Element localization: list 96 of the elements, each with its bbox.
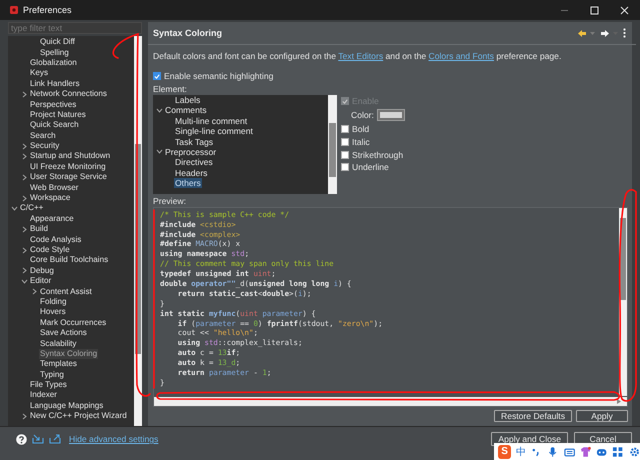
- tree-item[interactable]: New C/C++ Project Wizard: [29, 411, 128, 422]
- settings-icon[interactable]: [628, 446, 640, 458]
- checkbox-label: Italic: [352, 136, 370, 147]
- tree-item[interactable]: Hovers: [39, 307, 67, 318]
- tree-item[interactable]: Quick Diff: [39, 37, 76, 48]
- tree-item[interactable]: Directives: [174, 157, 214, 168]
- tree-item[interactable]: Mark Occurrences: [39, 318, 108, 328]
- expand-chevron-icon[interactable]: [21, 152, 28, 160]
- tree-item[interactable]: Workspace: [29, 193, 72, 204]
- tree-item[interactable]: Language Mappings: [29, 400, 104, 411]
- menu-button[interactable]: [621, 27, 628, 39]
- collapse-chevron-icon[interactable]: [156, 106, 163, 114]
- tree-item[interactable]: Typing: [39, 370, 65, 380]
- checkbox[interactable]: [341, 150, 349, 159]
- tree-item[interactable]: Indexer: [29, 390, 58, 400]
- tree-item[interactable]: Content Assist: [39, 286, 93, 297]
- tree-item[interactable]: Editor: [29, 276, 52, 286]
- page-title: Syntax Coloring: [153, 28, 222, 38]
- window-title: Preferences: [23, 5, 72, 15]
- tree-item[interactable]: Others: [174, 178, 202, 188]
- tree-item[interactable]: Comments: [164, 105, 208, 116]
- color-label: Color:: [351, 110, 374, 120]
- checkbox[interactable]: [341, 138, 349, 146]
- tree-item[interactable]: Build: [29, 224, 49, 234]
- collapse-chevron-icon[interactable]: [11, 204, 18, 212]
- tree-item[interactable]: Debug: [29, 266, 55, 276]
- export-icon[interactable]: [49, 434, 61, 444]
- tree-item[interactable]: Spelling: [39, 48, 70, 58]
- color-button[interactable]: [376, 109, 405, 122]
- tree-item[interactable]: Labels: [174, 94, 202, 105]
- tree-item[interactable]: Web Browser: [29, 182, 80, 193]
- description-text: Default colors and font can be configured on the: [153, 51, 337, 61]
- tree-item[interactable]: Code Analysis: [29, 234, 82, 245]
- hide-advanced-settings-link[interactable]: Hide advanced settings: [69, 434, 158, 444]
- expand-chevron-icon[interactable]: [21, 142, 28, 150]
- tree-item[interactable]: Multi-line comment: [174, 116, 248, 126]
- shirt-icon[interactable]: [580, 446, 592, 458]
- expand-chevron-icon[interactable]: [21, 90, 28, 98]
- expand-chevron-icon[interactable]: [21, 246, 28, 254]
- tree-item[interactable]: Project Natures: [29, 110, 87, 120]
- tree-item[interactable]: Code Style: [29, 245, 71, 255]
- tree-item[interactable]: Folding: [39, 296, 68, 307]
- tree-item[interactable]: User Storage Service: [29, 172, 108, 182]
- collapse-chevron-icon[interactable]: [156, 148, 163, 156]
- scroll-arrow-icon[interactable]: [617, 399, 621, 404]
- checkbox[interactable]: [341, 163, 349, 172]
- checkbox-label: Bold: [352, 124, 370, 134]
- tree-item[interactable]: Perspectives: [29, 100, 78, 110]
- checkbox-label: Enable semantic highlighting: [164, 71, 274, 82]
- microphone-icon[interactable]: [547, 446, 559, 458]
- tree-item[interactable]: Keys: [29, 68, 49, 78]
- tree-item[interactable]: Save Actions: [39, 328, 88, 338]
- expand-chevron-icon[interactable]: [21, 267, 28, 274]
- preview-label: Preview:: [153, 196, 187, 206]
- tree-item[interactable]: Single-line comment: [174, 126, 254, 136]
- tree-item[interactable]: Search: [29, 130, 57, 141]
- tree-item[interactable]: Syntax Coloring: [39, 348, 98, 359]
- checkbox-label: Strikethrough: [352, 150, 404, 160]
- tree-item[interactable]: Task Tags: [174, 136, 214, 147]
- tree-item[interactable]: Appearance: [29, 214, 75, 224]
- checkbox-label: Underline: [352, 162, 389, 172]
- tree-item[interactable]: Network Connections: [29, 89, 108, 100]
- expand-chevron-icon[interactable]: [21, 412, 28, 420]
- expand-chevron-icon[interactable]: [21, 174, 28, 181]
- description-text: preference page.: [495, 51, 562, 61]
- input-mode-toggle[interactable]: 中: [516, 444, 526, 458]
- expand-chevron-icon[interactable]: [21, 194, 28, 202]
- apply-button[interactable]: Apply: [576, 410, 628, 422]
- tree-item[interactable]: Scalability: [39, 338, 78, 349]
- checkbox[interactable]: [341, 124, 349, 133]
- tree-item[interactable]: Templates: [39, 359, 78, 370]
- expand-chevron-icon[interactable]: [21, 226, 28, 233]
- checkbox[interactable]: [153, 72, 161, 80]
- tree-item[interactable]: Headers: [174, 168, 208, 178]
- tree-item[interactable]: Quick Search: [29, 120, 80, 130]
- scrollbar[interactable]: [328, 94, 337, 194]
- tree-item[interactable]: Globalization: [29, 58, 78, 68]
- collapse-chevron-icon[interactable]: [21, 278, 28, 285]
- restore-defaults-button[interactable]: Restore Defaults: [494, 410, 572, 422]
- tree-item[interactable]: C/C++: [19, 203, 44, 214]
- tree-item[interactable]: Startup and Shutdown: [29, 151, 112, 162]
- import-icon[interactable]: [32, 434, 44, 444]
- help-icon[interactable]: [16, 434, 27, 445]
- element-label: Element:: [153, 84, 188, 94]
- tree-item[interactable]: Preprocessor: [164, 146, 218, 157]
- tree-item[interactable]: UI Freeze Monitoring: [29, 162, 107, 172]
- app-icon: [9, 5, 19, 15]
- grid-icon[interactable]: [612, 446, 624, 458]
- expand-chevron-icon[interactable]: [31, 288, 38, 296]
- tree-item[interactable]: File Types: [29, 380, 68, 390]
- keyboard-icon[interactable]: [564, 446, 575, 458]
- tree-item[interactable]: Core Build Toolchains: [29, 255, 110, 266]
- description-text: and on the: [384, 51, 428, 61]
- filter-field[interactable]: type filter text: [8, 22, 142, 34]
- tree-item[interactable]: Link Handlers: [29, 78, 80, 89]
- tree-item[interactable]: Security: [29, 141, 60, 152]
